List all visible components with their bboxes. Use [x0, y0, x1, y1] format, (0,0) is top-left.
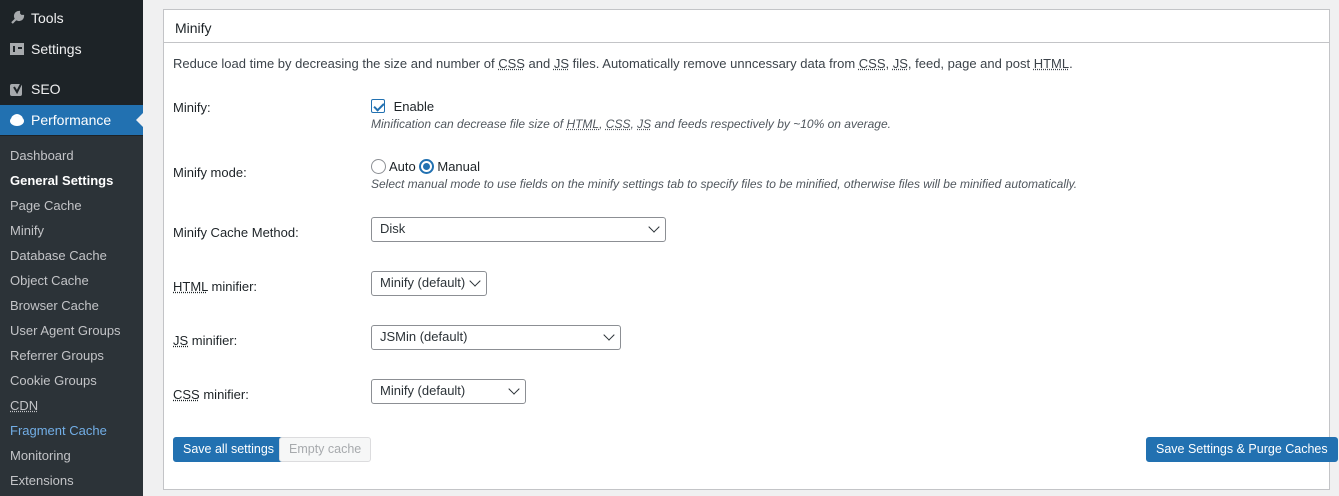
- js-minifier-label: JS minifier:: [173, 333, 237, 348]
- submenu-object-cache[interactable]: Object Cache: [0, 268, 143, 293]
- submenu-general-settings[interactable]: General Settings: [0, 168, 143, 193]
- minify-note-css: CSS: [605, 117, 631, 131]
- cache-method-select[interactable]: Disk: [371, 217, 666, 242]
- minify-note-js: JS: [637, 117, 652, 131]
- minify-settings-panel: Minify Reduce load time by decreasing th…: [163, 9, 1338, 490]
- desc-abbr-css: CSS: [498, 56, 525, 71]
- desc-abbr-js-2: JS: [892, 56, 908, 71]
- minify-note-html: HTML: [566, 117, 600, 131]
- performance-icon: [9, 112, 25, 128]
- mode-auto-label: Auto: [389, 159, 416, 174]
- settings-icon: [9, 41, 25, 57]
- css-minifier-value: Minify (default): [380, 383, 466, 398]
- cache-method-label: Minify Cache Method:: [173, 225, 299, 240]
- submenu-fragment-cache[interactable]: Fragment Cache: [0, 418, 143, 443]
- js-minifier-abbr: JS: [173, 333, 189, 348]
- submenu-browser-cache[interactable]: Browser Cache: [0, 293, 143, 318]
- wrench-icon: [9, 10, 25, 26]
- save-all-settings-button[interactable]: Save all settings: [173, 437, 285, 462]
- desc-text-comma: ,: [885, 56, 893, 71]
- html-minifier-text: minifier:: [207, 279, 258, 294]
- minify-label: Minify:: [173, 100, 211, 115]
- js-minifier-text: minifier:: [188, 333, 238, 348]
- menu-settings[interactable]: Settings: [0, 33, 143, 64]
- panel-title: Minify: [164, 10, 1329, 43]
- performance-submenu: Dashboard General Settings Page Cache Mi…: [0, 136, 143, 496]
- admin-sidebar: Tools Settings SEO Performance Dashboard…: [0, 0, 143, 496]
- html-minifier-select[interactable]: Minify (default): [371, 271, 487, 296]
- menu-tools-label: Tools: [31, 9, 64, 26]
- menu-performance[interactable]: Performance: [0, 105, 143, 135]
- css-minifier-abbr: CSS: [173, 387, 200, 402]
- menu-performance-label: Performance: [31, 112, 112, 128]
- mode-auto-radio[interactable]: [371, 159, 386, 174]
- enable-checkbox[interactable]: [371, 99, 385, 113]
- minify-note-comma: ,: [599, 117, 606, 131]
- mode-manual-option[interactable]: Manual: [419, 159, 480, 174]
- yoast-icon: [9, 81, 25, 97]
- chevron-down-icon: [603, 329, 615, 341]
- submenu-cdn-label: CDN: [10, 398, 39, 413]
- desc-abbr-js: JS: [553, 56, 570, 71]
- html-minifier-abbr: HTML: [173, 279, 208, 294]
- enable-label: Enable: [393, 99, 435, 114]
- menu-seo-label: SEO: [31, 80, 61, 97]
- js-minifier-value: JSMin (default): [380, 329, 468, 344]
- css-minifier-select[interactable]: Minify (default): [371, 379, 526, 404]
- chevron-down-icon: [508, 383, 520, 395]
- desc-text-3: , feed, page and post: [907, 56, 1034, 71]
- chevron-down-icon: [648, 221, 660, 233]
- mode-auto-option[interactable]: Auto: [371, 159, 419, 174]
- submenu-cdn[interactable]: CDN: [0, 393, 143, 418]
- save-purge-caches-button[interactable]: Save Settings & Purge Caches: [1146, 437, 1338, 462]
- submenu-page-cache[interactable]: Page Cache: [0, 193, 143, 218]
- minify-note-text-2: and feeds respectively by ~10% on averag…: [651, 117, 891, 131]
- desc-text-dot: .: [1069, 56, 1073, 71]
- menu-tools[interactable]: Tools: [0, 2, 143, 33]
- minify-mode-note: Select manual mode to use fields on the …: [371, 177, 1078, 191]
- desc-abbr-html: HTML: [1033, 56, 1070, 71]
- minify-note: Minification can decrease file size of H…: [371, 117, 891, 131]
- panel-description: Reduce load time by decreasing the size …: [173, 56, 1073, 71]
- chevron-down-icon: [469, 275, 481, 287]
- submenu-dashboard[interactable]: Dashboard: [0, 143, 143, 168]
- mode-manual-label: Manual: [437, 159, 481, 174]
- empty-cache-button[interactable]: Empty cache: [279, 437, 372, 462]
- submenu-user-agent-groups[interactable]: User Agent Groups: [0, 318, 143, 343]
- submenu-database-cache[interactable]: Database Cache: [0, 243, 143, 268]
- enable-checkbox-wrap[interactable]: Enable: [371, 99, 434, 114]
- js-minifier-select[interactable]: JSMin (default): [371, 325, 621, 350]
- submenu-cookie-groups[interactable]: Cookie Groups: [0, 368, 143, 393]
- submenu-monitoring[interactable]: Monitoring: [0, 443, 143, 468]
- desc-text-2: files. Automatically remove unncessary d…: [569, 56, 859, 71]
- submenu-extensions[interactable]: Extensions: [0, 468, 143, 493]
- desc-text-1: Reduce load time by decreasing the size …: [173, 56, 499, 71]
- desc-text-and: and: [524, 56, 554, 71]
- html-minifier-value: Minify (default): [380, 275, 466, 290]
- minify-mode-label: Minify mode:: [173, 165, 247, 180]
- minify-mode-field: Auto Manual Select manual mode to use fi…: [371, 159, 1077, 191]
- desc-abbr-css-2: CSS: [858, 56, 886, 71]
- submenu-referrer-groups[interactable]: Referrer Groups: [0, 343, 143, 368]
- submenu-minify[interactable]: Minify: [0, 218, 143, 243]
- minify-note-text-1: Minification can decrease file size of: [371, 117, 567, 131]
- mode-manual-radio[interactable]: [419, 159, 435, 174]
- menu-seo[interactable]: SEO: [0, 73, 143, 104]
- cache-method-value: Disk: [380, 221, 406, 236]
- html-minifier-label: HTML minifier:: [173, 279, 257, 294]
- css-minifier-label: CSS minifier:: [173, 387, 249, 402]
- menu-settings-label: Settings: [31, 40, 82, 57]
- minify-field: Enable Minification can decrease file si…: [371, 99, 891, 131]
- css-minifier-text: minifier:: [199, 387, 249, 402]
